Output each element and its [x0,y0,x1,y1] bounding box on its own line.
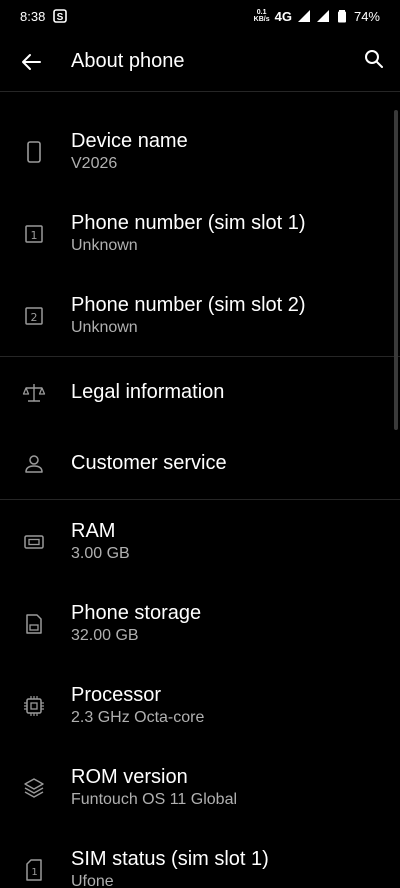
scrollbar[interactable] [394,110,398,430]
battery-icon [335,9,349,23]
item-subtitle: Funtouch OS 11 Global [71,791,238,808]
speed-value: 0.1 [256,9,267,16]
settings-list: Device name V2026 1 Phone number (sim sl… [0,92,400,888]
item-subtitle: V2026 [71,155,118,172]
ram-icon [22,530,46,554]
item-title: Device name [71,130,188,152]
sim-card-1-icon: 1 [22,858,46,882]
search-icon [365,50,383,68]
item-subtitle: 2.3 GHz Octa-core [71,709,205,726]
legal-information-item[interactable]: Legal information [0,357,400,429]
item-subtitle: Ufone [71,873,114,888]
sim-2-icon: 2 [22,304,46,328]
rom-version-item[interactable]: ROM version Funtouch OS 11 Global [0,746,400,828]
phone-number-sim2-item[interactable]: 2 Phone number (sim slot 2) Unknown [0,274,400,356]
person-icon [22,452,46,476]
processor-icon [22,694,46,718]
ram-item[interactable]: RAM 3.00 GB [0,500,400,582]
customer-service-item[interactable]: Customer service [0,429,400,499]
item-title: RAM [71,520,116,542]
search-button[interactable] [362,47,386,71]
network-type: 4G [274,8,292,24]
signal-icon [297,9,311,23]
notification-app-icon: S [53,9,68,23]
device-name-item[interactable]: Device name V2026 [0,92,400,182]
phone-number-sim1-item[interactable]: 1 Phone number (sim slot 1) Unknown [0,192,400,274]
item-title: SIM status (sim slot 1) [71,848,269,870]
item-title: Phone number (sim slot 1) [71,212,306,234]
network-speed: 0.1 KB/s [254,9,270,23]
item-title: Customer service [71,452,227,474]
page-title: About phone [71,50,185,72]
status-bar: 8:38 S 0.1 KB/s 4G 74% [0,0,400,32]
scale-icon [22,381,46,405]
speed-unit: KB/s [253,16,270,23]
item-subtitle: Unknown [71,237,138,254]
item-subtitle: 32.00 GB [71,627,139,644]
battery-percent: 74% [353,8,380,24]
processor-item[interactable]: Processor 2.3 GHz Octa-core [0,664,400,746]
svg-text:1: 1 [31,867,37,878]
svg-text:2: 2 [31,311,38,324]
app-bar: About phone [0,32,400,92]
signal-icon-2 [316,9,330,23]
layers-icon [22,776,46,800]
back-button[interactable] [18,49,44,75]
status-time: 8:38 [20,8,46,24]
phone-storage-item[interactable]: Phone storage 32.00 GB [0,582,400,664]
item-subtitle: 3.00 GB [71,545,130,562]
item-title: Processor [71,684,162,706]
svg-text:S: S [57,12,64,23]
item-title: Phone number (sim slot 2) [71,294,306,316]
item-title: Legal information [71,381,225,403]
sim-status-item[interactable]: 1 SIM status (sim slot 1) Ufone [0,828,400,888]
item-title: Phone storage [71,602,202,624]
storage-icon [22,612,46,636]
svg-text:1: 1 [31,229,38,242]
phone-icon [22,140,46,164]
arrow-left-icon [22,54,41,70]
item-title: ROM version [71,766,188,788]
item-subtitle: Unknown [71,319,138,336]
sim-1-icon: 1 [22,222,46,246]
